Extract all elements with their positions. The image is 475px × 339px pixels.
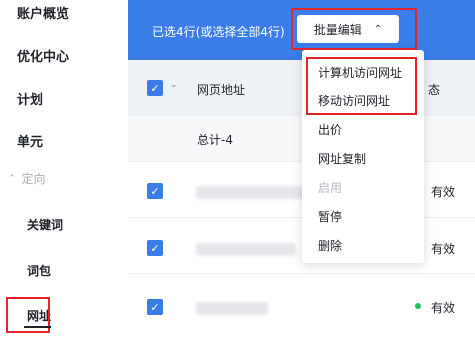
menu-item-url-copy[interactable]: 网址复制 [318,150,366,167]
status-text: 有效 [431,242,456,256]
status-text: 有效 [431,301,456,315]
menu-item-delete[interactable]: 删除 [318,237,342,254]
select-all-checkbox[interactable]: ✓ [147,80,163,96]
sidebar-item-word-pack[interactable]: 词包 [27,262,51,279]
sidebar-section-label: 定向 [21,172,46,186]
status-dot [415,303,421,309]
total-label: 总计-4 [197,133,233,147]
status-text: 有效 [431,185,456,199]
sidebar-item-keywords[interactable]: 关键词 [27,216,63,233]
redacted-url [196,243,296,256]
chevron-up-icon: ⌃ [8,173,16,184]
menu-item-bid[interactable]: 出价 [318,121,342,138]
row-checkbox[interactable]: ✓ [147,299,163,315]
redacted-url [196,186,314,199]
column-header-url[interactable]: 网页地址 [197,81,245,98]
redacted-url [196,302,268,315]
chevron-down-icon[interactable]: ⌄ [170,80,178,90]
column-header-status[interactable]: 态 [428,81,440,98]
sidebar-item-optimization-center[interactable]: 优化中心 [17,46,69,65]
sidebar-item-account-overview[interactable]: 账户概览 [17,3,69,22]
chevron-up-icon: ⌃ [373,23,383,35]
menu-item-pause[interactable]: 暂停 [318,208,342,225]
menu-item-desktop-url[interactable]: 计算机访问网址 [318,64,402,81]
sidebar-section-targeting[interactable]: ⌃ 定向 [8,170,46,187]
active-item-underline [24,326,51,328]
bulk-edit-label: 批量编辑 [313,22,362,37]
selection-count-text[interactable]: 已选4行(或选择全部4行) [152,23,285,40]
sidebar-item-plan[interactable]: 计划 [17,89,43,108]
bulk-edit-button[interactable]: 批量编辑 ⌃ [297,15,399,43]
row-checkbox[interactable]: ✓ [147,240,163,256]
table-row[interactable] [128,273,475,339]
row-checkbox[interactable]: ✓ [147,183,163,199]
menu-item-enable: 启用 [318,181,343,195]
sidebar-item-unit[interactable]: 单元 [17,131,43,150]
menu-item-mobile-url[interactable]: 移动访问网址 [318,92,390,109]
